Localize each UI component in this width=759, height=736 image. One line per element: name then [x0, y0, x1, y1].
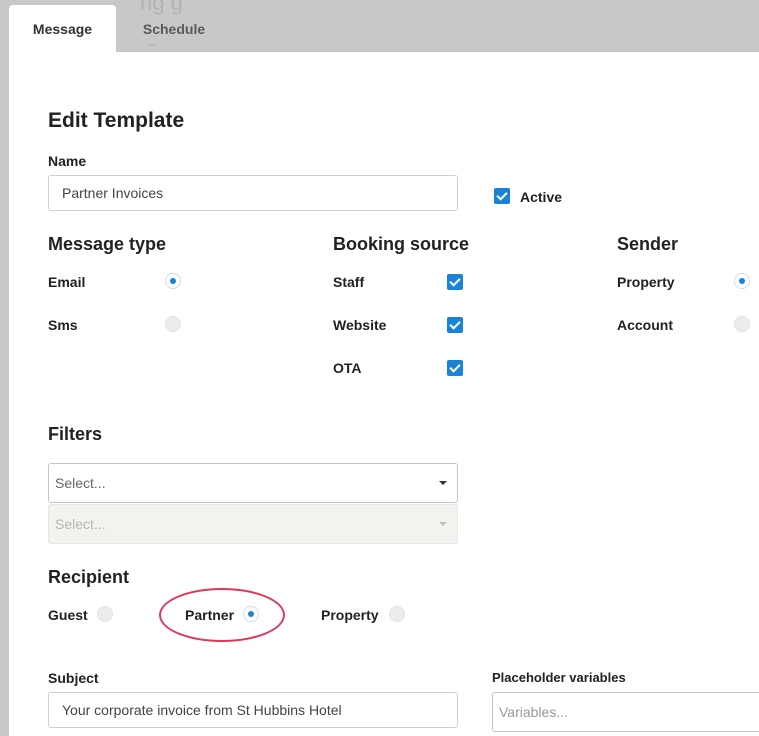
name-input[interactable]: Partner Invoices	[48, 175, 458, 211]
recipient-property-radio[interactable]	[389, 606, 405, 622]
subject-label: Subject	[48, 670, 99, 686]
filter-value-select: Select...	[48, 504, 458, 544]
active-label: Active	[520, 189, 563, 205]
filter-value-placeholder: Select...	[55, 516, 106, 532]
sender-property-label: Property	[617, 274, 675, 290]
website-label: Website	[333, 317, 387, 333]
recipient-guest-label: Guest	[48, 607, 88, 623]
sender-account-label: Account	[617, 317, 673, 333]
chevron-down-icon	[439, 522, 447, 526]
placeholder-variables-label: Placeholder variables	[492, 670, 626, 685]
staff-checkbox[interactable]	[447, 274, 463, 290]
sender-property-radio[interactable]	[734, 273, 750, 289]
name-label: Name	[48, 153, 87, 169]
page-title: Edit Template	[48, 109, 185, 132]
sender-heading: Sender	[617, 234, 679, 254]
recipient-heading: Recipient	[48, 567, 130, 587]
message-type-heading: Message type	[48, 234, 167, 254]
placeholder-variables-select[interactable]: Variables...	[492, 692, 759, 732]
recipient-guest-radio[interactable]	[97, 606, 113, 622]
ota-label: OTA	[333, 360, 362, 376]
sms-label: Sms	[48, 317, 78, 333]
sms-radio[interactable]	[165, 316, 181, 332]
filter-select[interactable]: Select...	[48, 463, 458, 503]
website-checkbox[interactable]	[447, 317, 463, 333]
email-label: Email	[48, 274, 86, 290]
chevron-down-icon	[439, 481, 447, 485]
sender-account-radio[interactable]	[734, 316, 750, 332]
filter-select-placeholder: Select...	[55, 475, 106, 491]
filters-heading: Filters	[48, 424, 103, 444]
placeholder-variables-placeholder: Variables...	[499, 704, 568, 720]
subject-input[interactable]: Your corporate invoice from St Hubbins H…	[48, 692, 458, 728]
active-checkbox[interactable]	[494, 188, 510, 204]
email-radio[interactable]	[165, 273, 181, 289]
booking-source-heading: Booking source	[333, 234, 470, 254]
recipient-property-label: Property	[321, 607, 379, 623]
tab-schedule[interactable]: Schedule	[116, 5, 232, 52]
tab-message[interactable]: Message	[9, 5, 116, 52]
ota-checkbox[interactable]	[447, 360, 463, 376]
staff-label: Staff	[333, 274, 365, 290]
highlight-annotation	[159, 588, 285, 642]
edit-template-panel	[9, 52, 759, 736]
